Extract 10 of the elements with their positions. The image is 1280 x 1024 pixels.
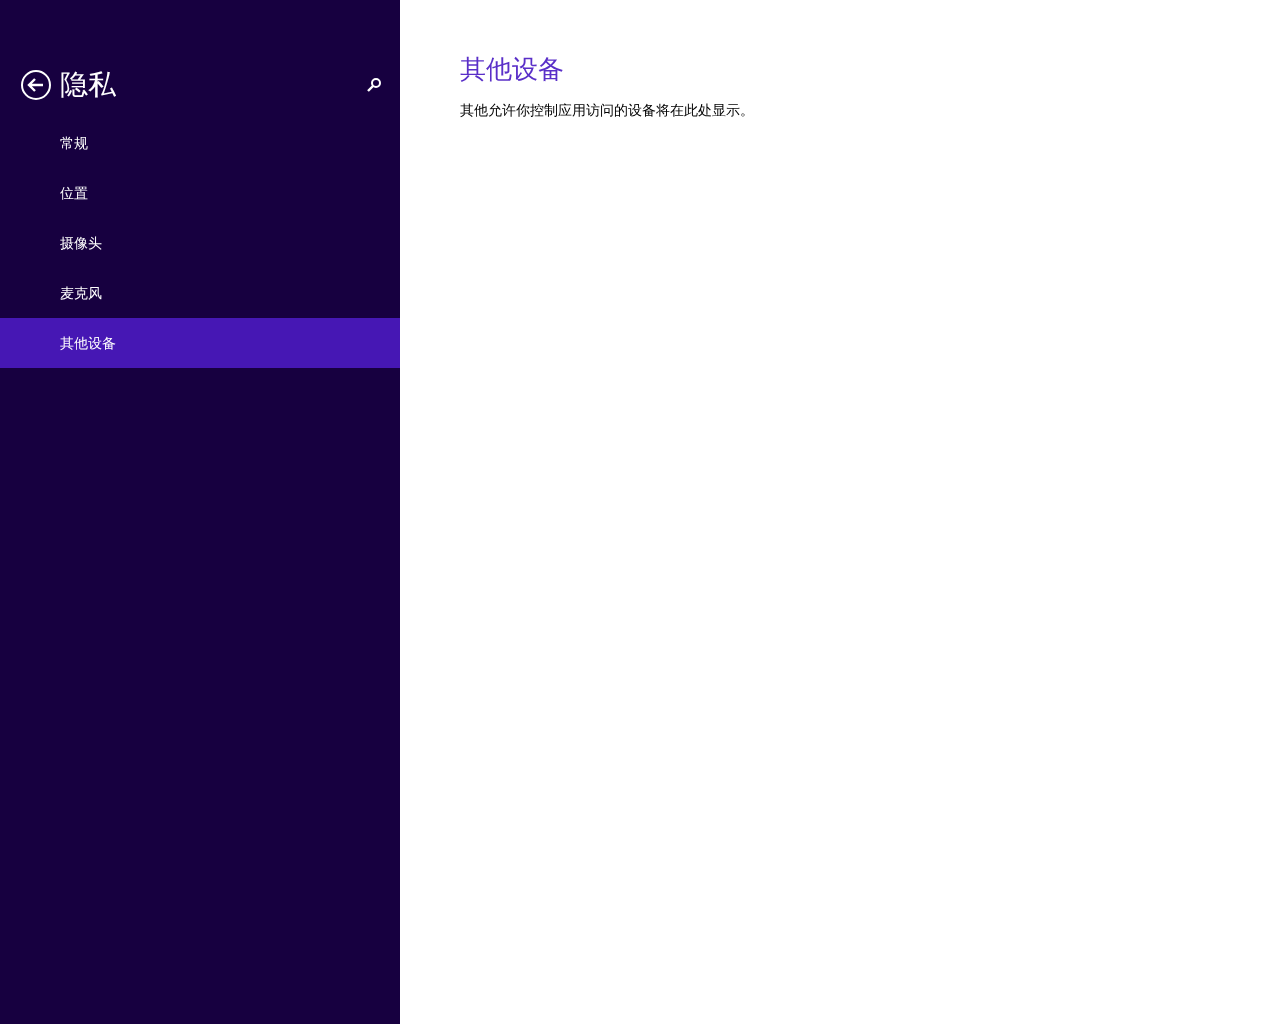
sidebar-item[interactable]: 麦克风 [0,268,400,318]
back-icon[interactable] [20,69,52,101]
sidebar-title: 隐私 [60,68,117,102]
sidebar-item[interactable]: 其他设备 [0,318,400,368]
sidebar-item[interactable]: 位置 [0,168,400,218]
sidebar-item[interactable]: 常规 [0,118,400,168]
sidebar-item[interactable]: 摄像头 [0,218,400,268]
page-description: 其他允许你控制应用访问的设备将在此处显示。 [460,101,755,120]
search-icon[interactable] [366,77,382,93]
page-heading: 其他设备 [460,53,565,86]
